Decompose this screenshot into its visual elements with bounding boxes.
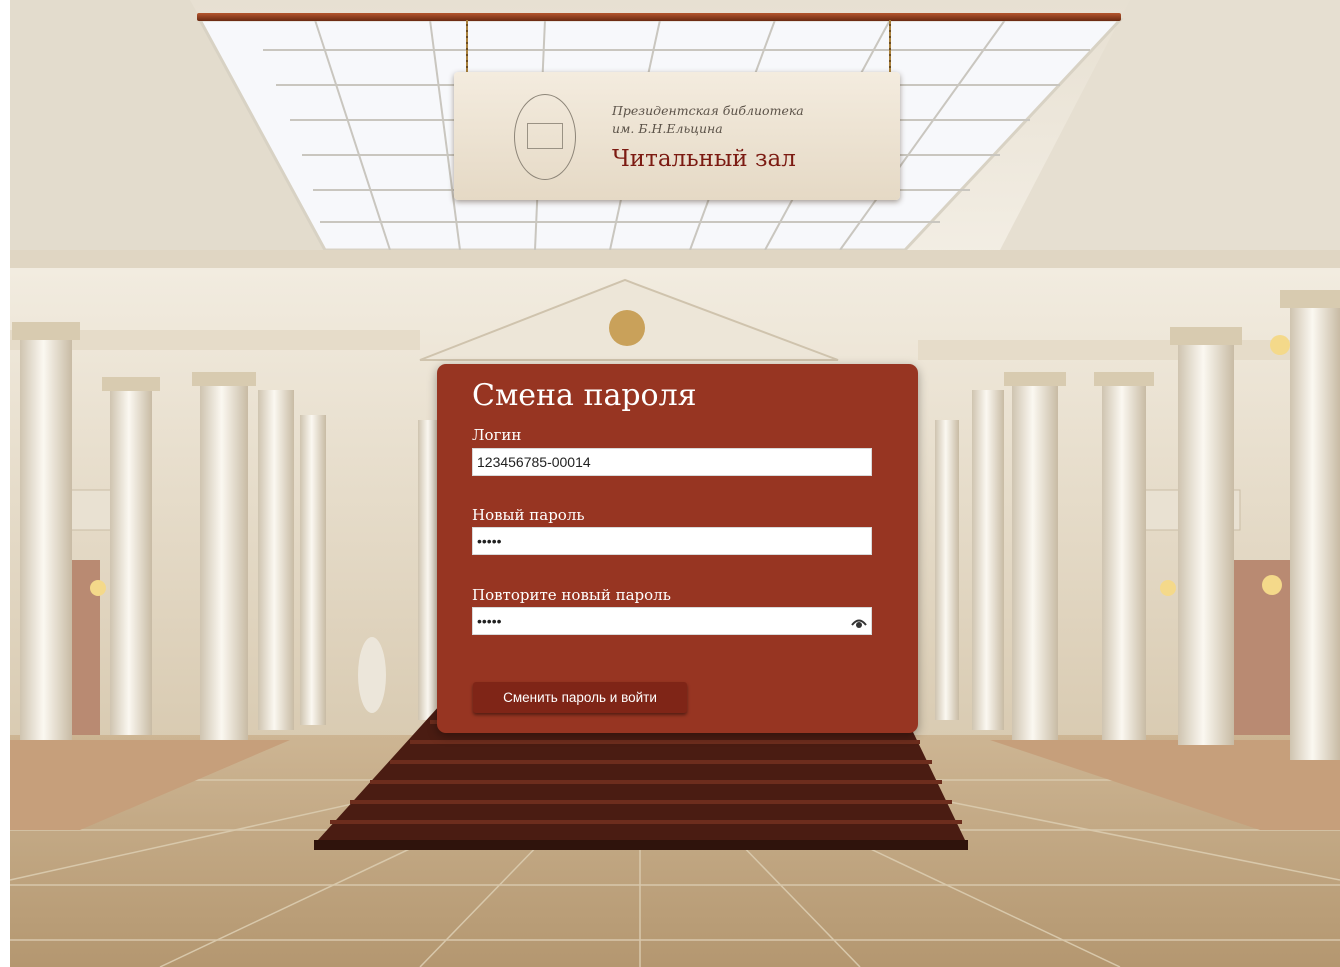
sign-subtitle-line2: им. Б.Н.Ельцина <box>612 121 723 136</box>
change-password-submit-button[interactable]: Сменить пароль и войти <box>473 682 687 713</box>
library-building-logo-icon <box>514 94 576 180</box>
sign-chain <box>889 20 891 76</box>
eye-icon[interactable] <box>851 617 867 629</box>
repeat-password-label: Повторите новый пароль <box>472 586 671 604</box>
password-change-panel: Смена пароля Логин Новый пароль Повторит… <box>437 364 918 733</box>
sign-subtitle: Президентская библиотека им. Б.Н.Ельцина <box>612 102 882 138</box>
sign-title: Читальный зал <box>612 146 796 172</box>
sign-chain <box>466 20 468 76</box>
building-icon <box>527 123 563 149</box>
sign-rod <box>197 13 1121 21</box>
new-password-input[interactable] <box>472 527 872 555</box>
sign-subtitle-line1: Президентская библиотека <box>612 103 804 118</box>
repeat-password-input[interactable] <box>472 607 872 635</box>
page-left-edge <box>0 0 10 967</box>
new-password-label: Новый пароль <box>472 506 585 524</box>
login-input[interactable] <box>472 448 872 476</box>
library-sign: Президентская библиотека им. Б.Н.Ельцина… <box>454 72 900 200</box>
login-label: Логин <box>472 426 522 444</box>
form-title: Смена пароля <box>472 378 697 413</box>
